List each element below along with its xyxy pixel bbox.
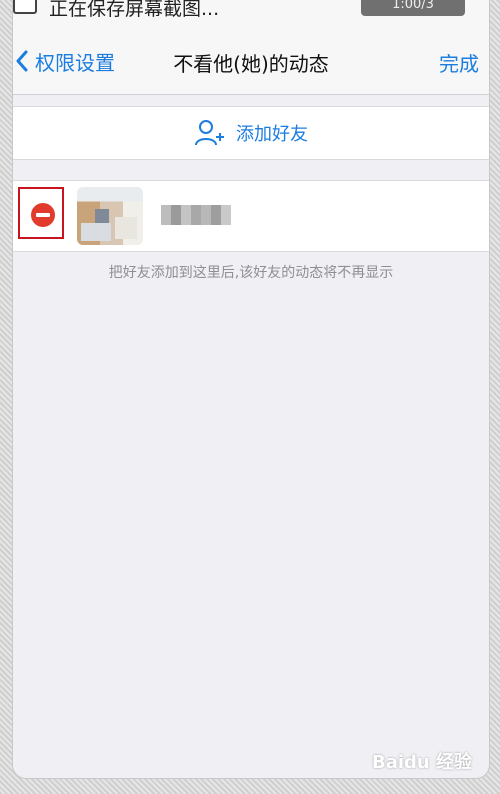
hint-text: 把好友添加到这里后,该好友的动态将不再显示 (108, 265, 394, 281)
add-user-icon (195, 120, 224, 146)
phone-screen: 正在保存屏幕截图... 1:00/3 权限设置 不看他(她)的动态 完成 添加好… (12, 0, 490, 779)
avatar (77, 187, 143, 245)
chevron-left-icon (16, 50, 28, 72)
add-friend-button[interactable]: 添加好友 (13, 106, 489, 160)
back-button-label: 权限设置 (35, 50, 115, 75)
status-notification-text: 正在保存屏幕截图... (49, 0, 220, 20)
screenshot-thumbnail-icon (13, 0, 37, 14)
add-friend-label: 添加好友 (236, 124, 308, 145)
watermark: Baidu 经验 (371, 752, 472, 773)
friend-name-blurred (161, 205, 231, 225)
done-button[interactable]: 完成 (439, 48, 479, 77)
remove-friend-button[interactable] (18, 187, 64, 239)
navigation-bar: 权限设置 不看他(她)的动态 完成 (13, 22, 489, 95)
back-button[interactable]: 权限设置 (15, 46, 115, 76)
status-pill: 1:00/3 (361, 0, 465, 16)
friend-list-item (13, 180, 489, 252)
minus-circle-icon (31, 203, 55, 227)
status-bar: 正在保存屏幕截图... 1:00/3 (13, 0, 489, 22)
